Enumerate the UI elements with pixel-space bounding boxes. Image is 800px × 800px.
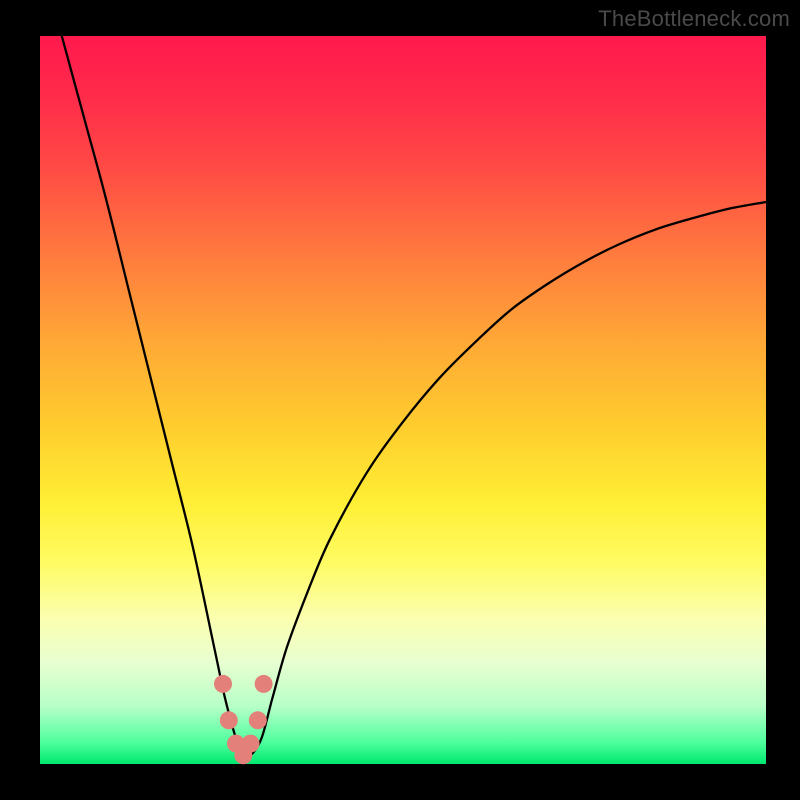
bottleneck-curve — [40, 36, 766, 764]
curve-path — [62, 36, 766, 757]
trough-marker — [249, 711, 267, 729]
trough-marker — [255, 675, 273, 693]
chart-frame: TheBottleneck.com — [0, 0, 800, 800]
trough-marker — [242, 735, 260, 753]
trough-marker — [214, 675, 232, 693]
watermark-text: TheBottleneck.com — [598, 6, 790, 32]
trough-markers — [214, 675, 273, 764]
trough-marker — [220, 711, 238, 729]
plot-area — [40, 36, 766, 764]
